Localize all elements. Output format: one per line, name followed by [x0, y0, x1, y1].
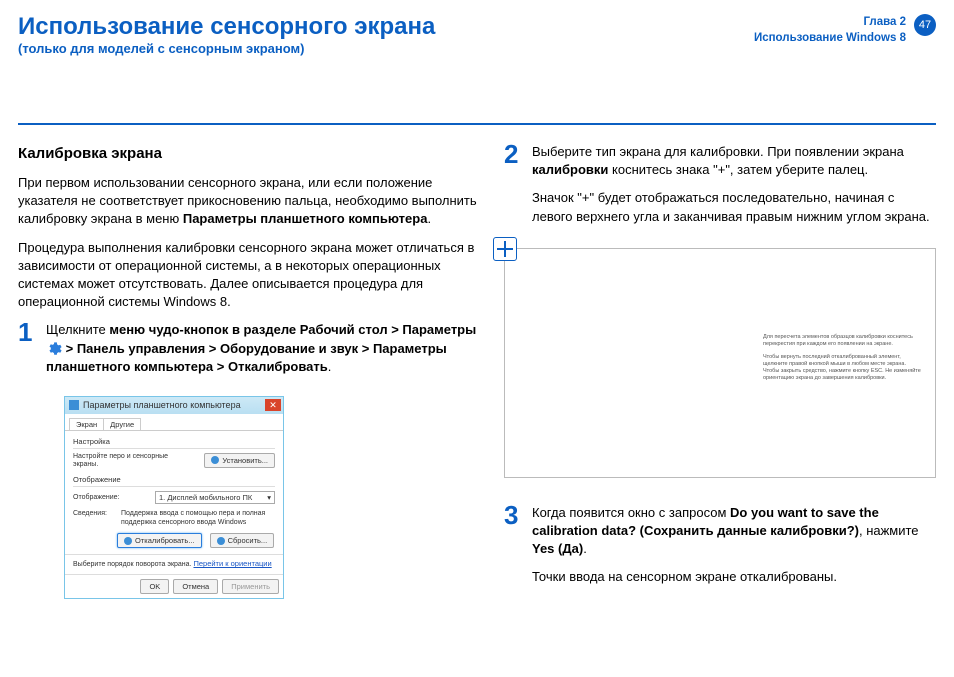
step-2-p1: Выберите тип экрана для калибровки. При …	[532, 143, 936, 179]
config-text: Настройте перо и сенсорные экраны.	[73, 453, 173, 470]
display-label: Отображение:	[73, 494, 119, 502]
detail-text: Поддержка ввода с помощью пера и полная …	[121, 510, 275, 527]
chapter-block: Глава 2 Использование Windows 8 47	[754, 14, 936, 46]
rotation-text: Выберите порядок поворота экрана. Перейт…	[73, 559, 275, 569]
step-number: 1	[18, 321, 36, 344]
crosshair-icon	[493, 237, 517, 261]
tablet-settings-dialog: Параметры планшетного компьютера ✕ Экран…	[64, 396, 284, 599]
chevron-down-icon: ▾	[267, 493, 271, 502]
step-3-p2: Точки ввода на сенсорном экране откалибр…	[532, 568, 936, 586]
page-title: Использование сенсорного экрана	[18, 14, 435, 40]
dialog-title-text: Параметры планшетного компьютера	[83, 400, 241, 411]
calib-instruction-2: Чтобы вернуть последний откалиброванный …	[763, 354, 923, 383]
step-1-body: Щелкните меню чудо-кнопок в разделе Рабо…	[46, 321, 478, 386]
display-select[interactable]: 1. Дисплей мобильного ПК▾	[155, 491, 275, 504]
intro-paragraph-2: Процедура выполнения калибровки сенсорно…	[18, 239, 478, 312]
step-3-p1: Когда появится окно с запросом Do you wa…	[532, 504, 936, 559]
step-1: 1 Щелкните меню чудо-кнопок в разделе Ра…	[18, 321, 478, 386]
right-column: 2 Выберите тип экрана для калибровки. Пр…	[504, 143, 936, 667]
calibrate-button[interactable]: Откалибровать...	[117, 533, 202, 548]
intro-paragraph-1: При первом использовании сенсорного экра…	[18, 174, 478, 229]
setup-button[interactable]: Установить...	[204, 453, 275, 468]
tab-screen[interactable]: Экран	[69, 418, 104, 430]
group-label-display: Отображение	[73, 475, 275, 484]
step-number: 2	[504, 143, 522, 166]
page-subtitle: (только для моделей с сенсорным экраном)	[18, 40, 435, 58]
page-header: Использование сенсорного экрана (только …	[18, 14, 936, 125]
step-2: 2 Выберите тип экрана для калибровки. Пр…	[504, 143, 936, 236]
group-label-config: Настройка	[73, 437, 275, 446]
apply-button[interactable]: Применить	[222, 579, 279, 594]
chapter-label: Глава 2	[754, 14, 906, 30]
shield-icon	[124, 537, 132, 545]
ok-button[interactable]: OK	[140, 579, 169, 594]
close-icon[interactable]: ✕	[265, 399, 281, 411]
shield-icon	[217, 537, 225, 545]
shield-icon	[211, 456, 219, 464]
step-2-p2: Значок "+" будет отображаться последоват…	[532, 189, 936, 225]
page-number: 47	[914, 14, 936, 36]
step-number: 3	[504, 504, 522, 527]
detail-label: Сведения:	[73, 510, 117, 527]
dialog-app-icon	[69, 400, 79, 410]
calib-instruction-1: Для пересчета элементов образцов калибро…	[763, 334, 923, 348]
left-column: Калибровка экрана При первом использован…	[18, 143, 478, 667]
gear-icon	[46, 341, 62, 357]
dialog-titlebar: Параметры планшетного компьютера ✕	[65, 397, 283, 414]
reset-button[interactable]: Сбросить...	[210, 533, 275, 548]
orientation-link[interactable]: Перейти к ориентации	[193, 559, 271, 568]
chapter-sub: Использование Windows 8	[754, 30, 906, 46]
calibration-screen: Для пересчета элементов образцов калибро…	[504, 248, 936, 478]
step-3: 3 Когда появится окно с запросом Do you …	[504, 504, 936, 597]
section-heading: Калибровка экрана	[18, 143, 478, 164]
cancel-button[interactable]: Отмена	[173, 579, 218, 594]
tab-other[interactable]: Другие	[103, 418, 141, 430]
